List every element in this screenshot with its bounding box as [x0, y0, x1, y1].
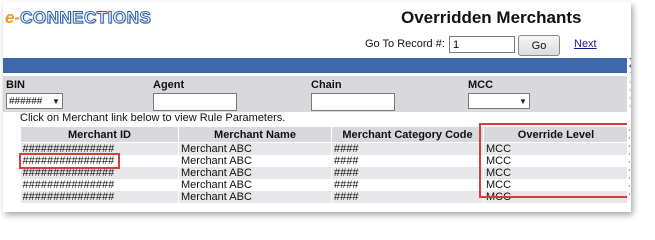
section-divider-bar — [3, 58, 631, 73]
column-header-override-level[interactable]: Override Level — [483, 126, 629, 143]
category-code-cell: #### — [331, 167, 484, 179]
merchant-name-cell: Merchant ABC — [178, 155, 332, 167]
column-header-merchant-name[interactable]: Merchant Name — [178, 126, 332, 143]
table-row: ############### Merchant ABC #### MCC — [20, 191, 629, 203]
instruction-text: Click on Merchant link below to view Rul… — [20, 112, 286, 124]
merchant-id-link[interactable]: ############### — [20, 155, 179, 167]
category-code-cell: #### — [331, 179, 484, 191]
chain-label: Chain — [311, 79, 342, 91]
merchant-name-cell: Merchant ABC — [178, 191, 332, 203]
torn-edge-bottom — [3, 208, 631, 212]
page-header: e- CONNECTIONS Overridden Merchants — [3, 2, 631, 34]
override-level-cell: MCC — [483, 142, 629, 155]
column-header-merchant-id[interactable]: Merchant ID — [20, 126, 179, 143]
torn-edge-right — [627, 2, 631, 212]
category-code-cell: #### — [331, 191, 484, 203]
go-button[interactable]: Go — [518, 35, 560, 56]
logo-prefix: e- — [5, 8, 21, 27]
merchant-id-link[interactable]: ############### — [20, 179, 179, 191]
chevron-down-icon: ▼ — [519, 96, 527, 106]
merchant-table: Merchant ID Merchant Name Merchant Categ… — [20, 126, 629, 203]
category-code-cell: #### — [331, 155, 484, 167]
chain-input[interactable] — [311, 93, 395, 111]
filter-panel: BIN ###### ▼ Agent Chain MCC ▼ — [3, 76, 631, 112]
merchant-name-cell: Merchant ABC — [178, 179, 332, 191]
logo-wordmark: CONNECTIONS — [20, 8, 152, 28]
bin-select-value: ###### — [9, 95, 43, 107]
screenshot-frame: e- CONNECTIONS Overridden Merchants Go T… — [3, 2, 631, 212]
table-row: ############### Merchant ABC #### MCC — [20, 179, 629, 191]
table-row: ############### Merchant ABC #### MCC — [20, 155, 629, 167]
mcc-select[interactable]: ▼ — [468, 93, 530, 109]
e-connections-logo: e- CONNECTIONS — [5, 8, 151, 28]
merchant-id-link[interactable]: ############### — [20, 167, 179, 179]
column-header-category-code[interactable]: Merchant Category Code — [331, 126, 484, 143]
override-level-cell: MCC — [483, 191, 629, 203]
merchant-id-link[interactable]: ############### — [20, 191, 179, 203]
chevron-down-icon: ▼ — [52, 96, 60, 106]
merchant-name-cell: Merchant ABC — [178, 142, 332, 155]
record-navigation: Go To Record #: Go Next — [3, 34, 631, 56]
goto-record-input[interactable] — [449, 36, 515, 53]
table-header-row: Merchant ID Merchant Name Merchant Categ… — [20, 126, 629, 143]
agent-input[interactable] — [153, 93, 237, 111]
mcc-label: MCC — [468, 79, 494, 91]
category-code-cell: #### — [331, 142, 484, 155]
table-row: ############### Merchant ABC #### MCC — [20, 167, 629, 179]
merchant-name-cell: Merchant ABC — [178, 167, 332, 179]
override-level-cell: MCC — [483, 155, 629, 167]
bin-select[interactable]: ###### ▼ — [6, 93, 63, 109]
next-link[interactable]: Next — [574, 38, 597, 50]
agent-label: Agent — [153, 79, 185, 91]
goto-record-label: Go To Record #: — [365, 38, 445, 50]
page-title: Overridden Merchants — [401, 8, 582, 27]
table-row: ############### Merchant ABC #### MCC — [20, 142, 629, 155]
override-level-cell: MCC — [483, 179, 629, 191]
merchant-id-link[interactable]: ############### — [20, 142, 179, 155]
bin-label: BIN — [6, 79, 25, 91]
override-level-cell: MCC — [483, 167, 629, 179]
